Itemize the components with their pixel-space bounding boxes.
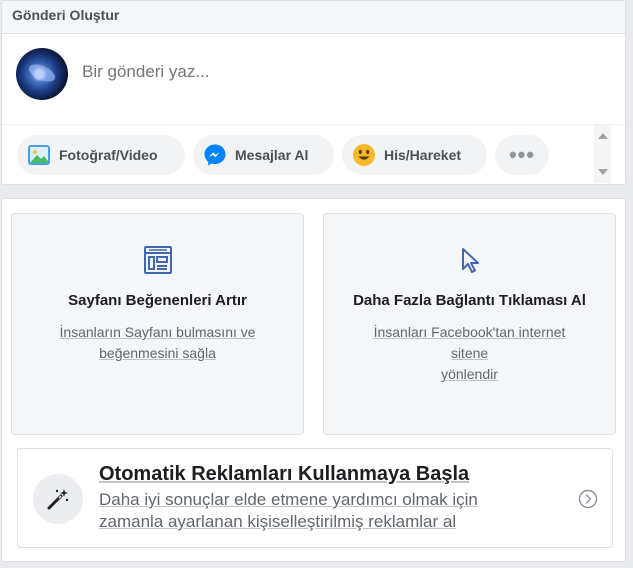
automated-ads-desc-line1: Daha iyi sonuçlar elde etmene yardımcı o… bbox=[99, 490, 478, 509]
get-link-clicks-card[interactable]: Daha Fazla Bağlantı Tıklaması Al İnsanla… bbox=[323, 213, 616, 435]
more-icon: ••• bbox=[508, 142, 536, 167]
promote-page-likes-desc-line1: İnsanların Sayfanı bulmasını ve bbox=[59, 324, 256, 340]
promotions-panel: Sayfanı Beğenenleri Artır İnsanların Say… bbox=[1, 198, 626, 562]
scroll-down-arrow-icon[interactable] bbox=[598, 169, 608, 175]
feeling-activity-label: His/Hareket bbox=[384, 147, 462, 163]
get-messages-button[interactable]: Mesajlar Al bbox=[193, 135, 334, 175]
scrollbar[interactable] bbox=[594, 125, 611, 183]
photo-video-button[interactable]: Fotoğraf/Video bbox=[17, 135, 185, 175]
photo-video-label: Fotoğraf/Video bbox=[59, 147, 158, 163]
automated-ads-description: Daha iyi sonuçlar elde etmene yardımcı o… bbox=[99, 489, 519, 533]
get-link-clicks-title: Daha Fazla Bağlantı Tıklaması Al bbox=[353, 292, 586, 309]
feeling-activity-button[interactable]: His/Hareket bbox=[342, 135, 487, 175]
chevron-right-icon[interactable] bbox=[578, 489, 598, 509]
avatar[interactable] bbox=[16, 48, 68, 100]
composer-body bbox=[2, 34, 625, 124]
magic-wand-icon bbox=[33, 474, 83, 524]
create-post-panel: Gönderi Oluştur Fotoğraf/Video bbox=[1, 0, 626, 185]
cursor-icon bbox=[454, 244, 486, 276]
promote-page-likes-card[interactable]: Sayfanı Beğenenleri Artır İnsanların Say… bbox=[11, 213, 304, 435]
automated-ads-desc-line2: zamanla ayarlanan kişiselleştirilmiş rek… bbox=[99, 512, 457, 531]
promote-page-likes-desc-line2: beğenmesini sağla bbox=[99, 345, 216, 361]
scroll-up-arrow-icon[interactable] bbox=[598, 133, 608, 139]
post-input[interactable] bbox=[82, 62, 502, 82]
promote-page-likes-description: İnsanların Sayfanı bulmasını ve beğenmes… bbox=[42, 322, 273, 364]
get-link-clicks-desc-line2: yönlendir bbox=[441, 366, 498, 382]
photo-icon bbox=[27, 143, 51, 167]
automated-ads-card[interactable]: Otomatik Reklamları Kullanmaya Başla Dah… bbox=[17, 448, 613, 548]
create-post-header: Gönderi Oluştur bbox=[2, 1, 625, 34]
get-link-clicks-desc-line1: İnsanları Facebook'tan internet sitene bbox=[373, 324, 566, 361]
get-link-clicks-description: İnsanları Facebook'tan internet sitene y… bbox=[354, 322, 585, 385]
smiley-icon bbox=[352, 143, 376, 167]
automated-ads-title: Otomatik Reklamları Kullanmaya Başla bbox=[99, 463, 470, 485]
messenger-icon bbox=[203, 143, 227, 167]
composer-actions: Fotoğraf/Video Mesajlar Al His/Hareket •… bbox=[2, 124, 625, 185]
get-messages-label: Mesajlar Al bbox=[235, 147, 309, 163]
page-layout-icon bbox=[142, 244, 174, 276]
more-options-button[interactable]: ••• bbox=[495, 135, 549, 175]
promote-page-likes-title: Sayfanı Beğenenleri Artır bbox=[68, 292, 247, 309]
